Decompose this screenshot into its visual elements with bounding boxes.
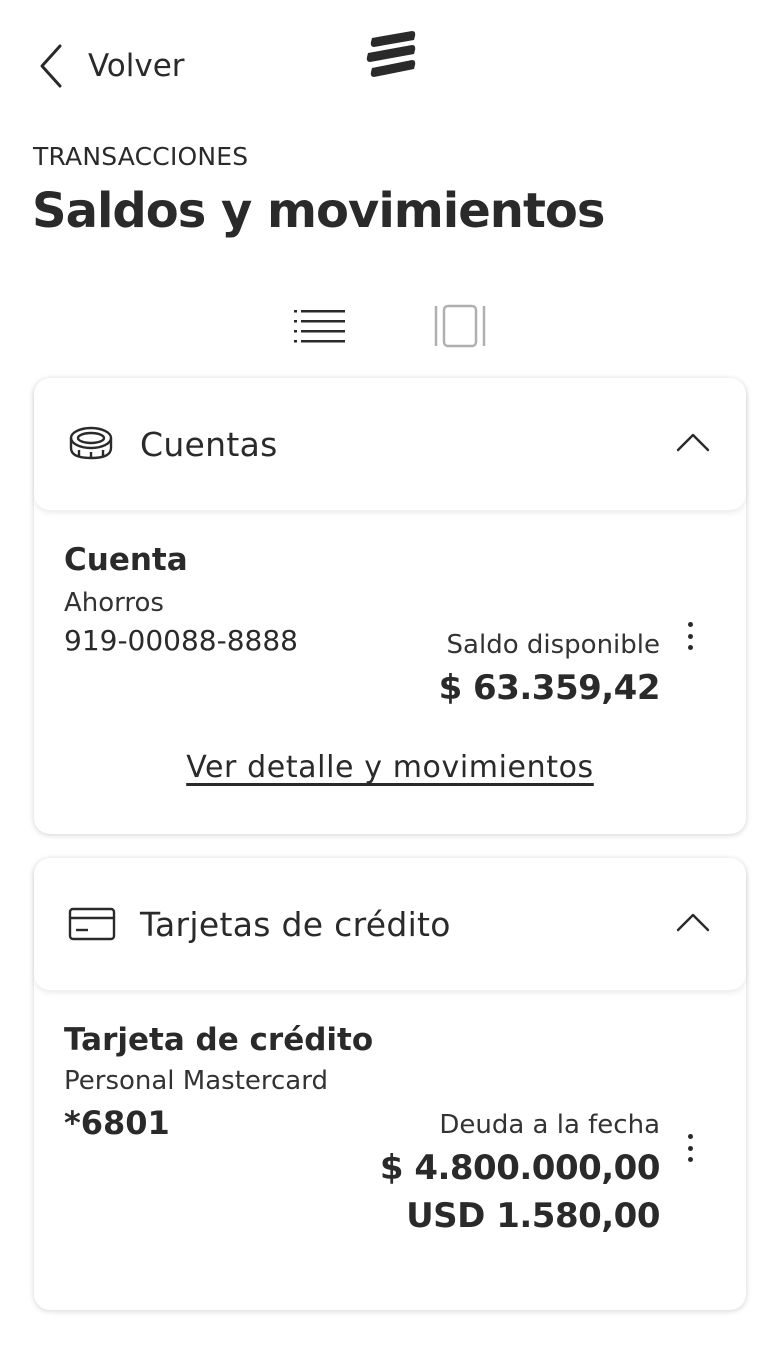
dot bbox=[687, 645, 693, 650]
accounts-section-title: Cuentas bbox=[140, 424, 278, 464]
view-toggle bbox=[0, 300, 780, 352]
balance-caption: Saldo disponible bbox=[446, 630, 660, 660]
credit-cards-section-header[interactable]: Tarjetas de crédito bbox=[34, 858, 746, 990]
card-more-options-button[interactable] bbox=[678, 1130, 702, 1166]
account-type: Ahorros bbox=[64, 588, 164, 618]
card-name: Tarjeta de crédito bbox=[64, 1022, 374, 1058]
dot bbox=[687, 1134, 693, 1139]
view-detail-link[interactable]: Ver detalle y movimientos bbox=[34, 750, 746, 785]
account-name: Cuenta bbox=[64, 542, 188, 578]
credit-cards-card: Tarjetas de crédito Tarjeta de crédito P… bbox=[34, 858, 746, 1310]
accounts-card: Cuentas Cuenta Ahorros 919-00088-8888 Sa… bbox=[34, 378, 746, 834]
dot bbox=[687, 633, 693, 639]
back-button[interactable]: Volver bbox=[36, 40, 185, 92]
back-label: Volver bbox=[88, 48, 185, 84]
dot bbox=[687, 1157, 693, 1162]
section-label: TRANSACCIONES bbox=[33, 142, 249, 171]
accounts-section-header[interactable]: Cuentas bbox=[34, 378, 746, 510]
card-view-icon[interactable] bbox=[432, 302, 488, 350]
account-more-options-button[interactable] bbox=[678, 618, 702, 654]
account-number: 919-00088-8888 bbox=[64, 624, 298, 657]
page-title: Saldos y movimientos bbox=[32, 183, 605, 239]
dot bbox=[687, 622, 693, 627]
card-number: *6801 bbox=[64, 1104, 170, 1142]
debt-local-amount: $ 4.800.000,00 bbox=[379, 1148, 661, 1188]
chevron-up-icon[interactable] bbox=[676, 912, 710, 932]
coin-stack-icon bbox=[69, 426, 113, 460]
chevron-up-icon[interactable] bbox=[676, 432, 710, 452]
credit-cards-section-title: Tarjetas de crédito bbox=[140, 904, 451, 944]
debt-caption: Deuda a la fecha bbox=[439, 1110, 660, 1140]
available-balance: $ 63.359,42 bbox=[438, 668, 661, 708]
credit-card-icon bbox=[68, 907, 116, 941]
chevron-left-icon bbox=[40, 44, 62, 88]
card-type: Personal Mastercard bbox=[64, 1066, 328, 1096]
debt-usd-amount: USD 1.580,00 bbox=[406, 1196, 660, 1236]
top-bar: Volver bbox=[0, 0, 780, 130]
dot bbox=[687, 1145, 693, 1151]
bank-logo bbox=[366, 31, 416, 77]
list-view-icon[interactable] bbox=[292, 304, 348, 348]
